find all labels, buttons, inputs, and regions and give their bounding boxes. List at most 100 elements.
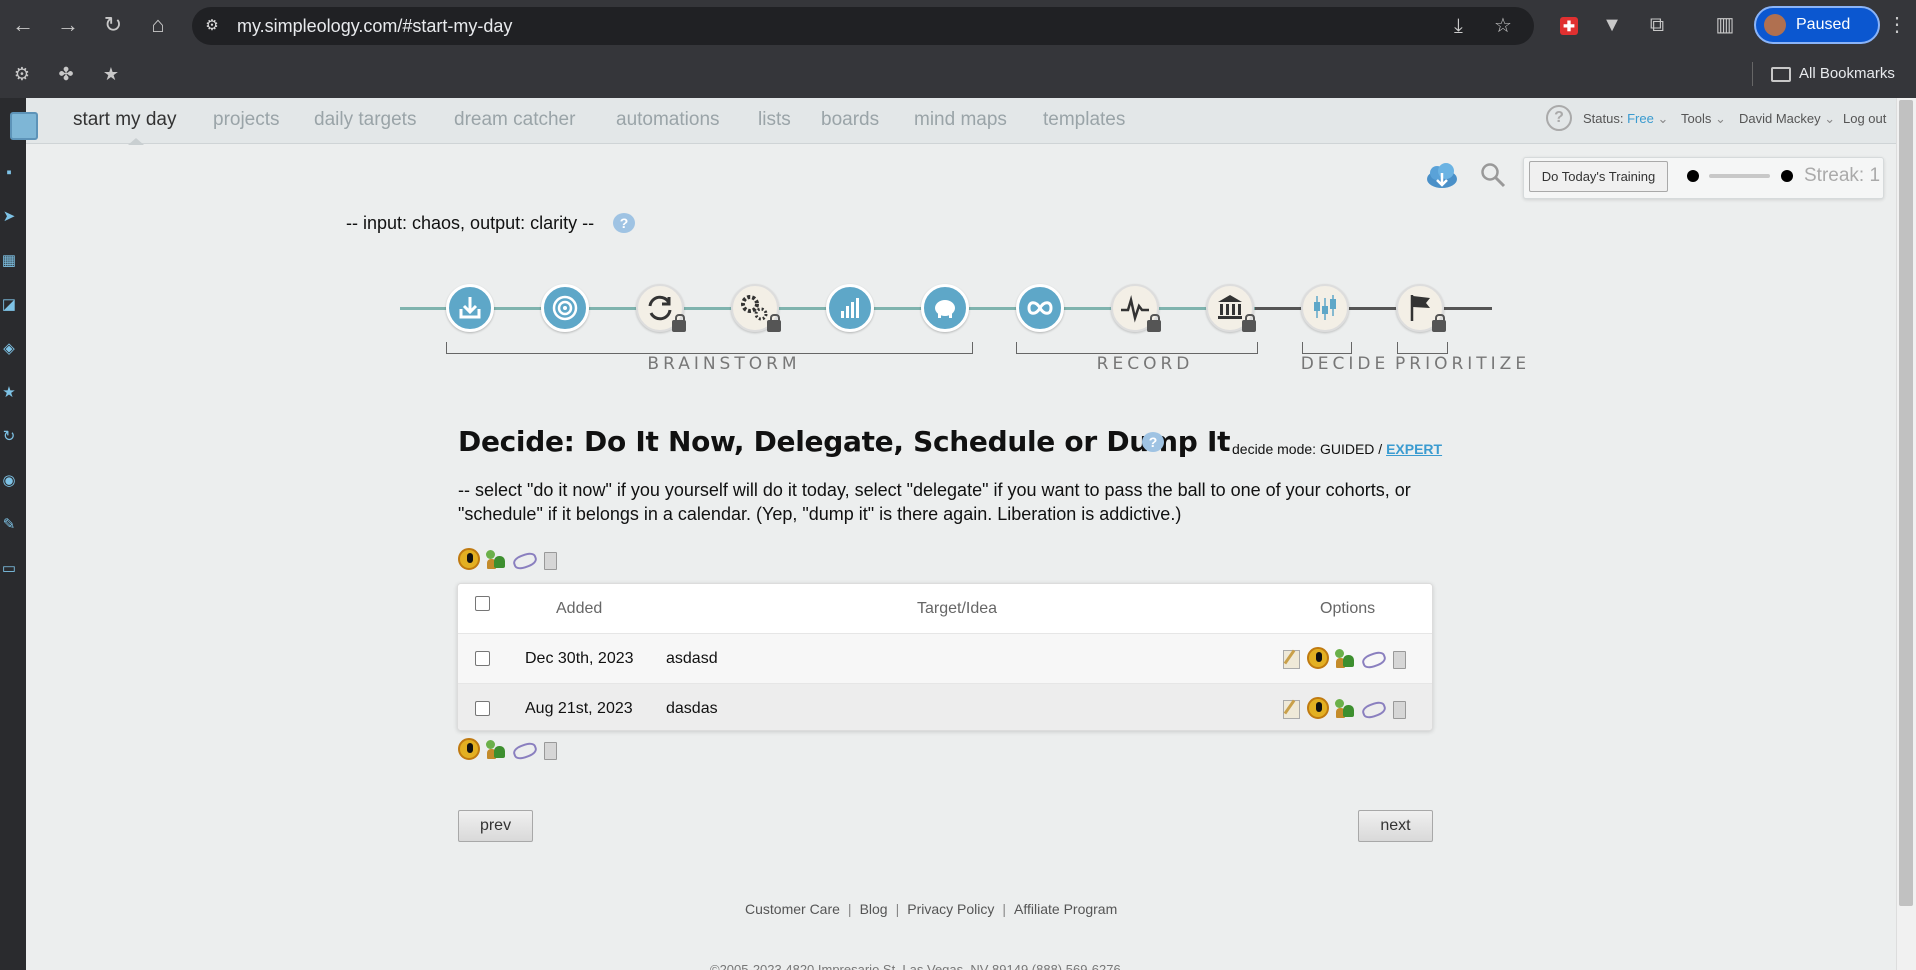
prioritize-bracket [1397, 342, 1448, 354]
schedule-icon[interactable] [512, 738, 534, 760]
row-target[interactable]: asdasd [666, 634, 718, 684]
nav-lists[interactable]: lists [758, 105, 791, 135]
page-title: Decide: Do It Now, Delegate, Schedule or… [458, 425, 1231, 458]
trash-icon[interactable] [1388, 697, 1410, 719]
select-all-checkbox[interactable] [475, 596, 490, 611]
row-checkbox[interactable] [475, 651, 490, 666]
expert-mode-link[interactable]: EXPERT [1386, 441, 1442, 457]
step-heartbeat-icon[interactable] [1111, 284, 1161, 332]
row-target[interactable]: dasdas [666, 684, 718, 730]
reload-icon[interactable]: ↻ [95, 7, 131, 43]
bookmark-star-icon[interactable]: ☆ [1494, 7, 1512, 45]
url-text[interactable]: my.simpleology.com/#start-my-day [237, 7, 512, 45]
browser-menu-icon[interactable]: ⋮ [1880, 8, 1914, 42]
group-label-brainstorm: BRAINSTORM [647, 354, 801, 374]
do-it-now-icon[interactable] [1307, 647, 1329, 669]
step-infinity-loop-icon[interactable] [1016, 284, 1064, 332]
eye-icon[interactable]: ◉ [0, 472, 18, 490]
footer-link-customer-care[interactable]: Customer Care [745, 901, 840, 917]
nav-mind-maps[interactable]: mind maps [914, 105, 1007, 135]
trash-icon[interactable] [539, 738, 561, 760]
back-icon[interactable]: ← [5, 7, 41, 43]
puzzle-icon[interactable]: ✤ [52, 60, 80, 88]
status-value[interactable]: Free [1627, 111, 1654, 126]
all-bookmarks-button[interactable]: All Bookmarks [1771, 60, 1895, 88]
step-sync-cycle-icon[interactable] [636, 284, 686, 332]
side-panel-icon[interactable]: ▥ [1708, 8, 1742, 42]
chart-icon[interactable]: ◪ [0, 296, 18, 314]
step-flag-icon[interactable] [1396, 284, 1446, 332]
step-gears-icon[interactable] [731, 284, 781, 332]
schedule-icon[interactable] [1361, 697, 1383, 719]
nav-automations[interactable]: automations [616, 105, 720, 135]
schedule-icon[interactable] [512, 548, 534, 570]
tagline-help-icon[interactable]: ? [613, 213, 635, 233]
logout-link[interactable]: Log out [1843, 108, 1886, 130]
pen-icon[interactable]: ✎ [0, 516, 18, 534]
schedule-icon[interactable] [1361, 647, 1383, 669]
delegate-icon[interactable] [485, 738, 507, 760]
install-app-icon[interactable]: ⤓ [1454, 7, 1463, 45]
header-target-idea: Target/Idea [917, 600, 998, 617]
trash-icon[interactable] [539, 548, 561, 570]
tablet-icon[interactable]: ▭ [0, 560, 18, 578]
do-it-now-icon[interactable] [458, 738, 480, 760]
extensions-puzzle-icon[interactable]: ⧉ [1640, 8, 1674, 42]
footer-link-blog[interactable]: Blog [860, 901, 888, 917]
profile-button[interactable]: Paused [1754, 6, 1880, 44]
trash-icon[interactable] [1388, 647, 1410, 669]
do-it-now-icon[interactable] [1307, 697, 1329, 719]
forward-icon[interactable]: → [50, 7, 86, 43]
step-bar-chart-icon[interactable] [826, 284, 874, 332]
lock-icon [767, 314, 781, 332]
site-settings-icon[interactable]: ⚙ [202, 16, 222, 36]
title-help-icon[interactable]: ? [1142, 432, 1164, 452]
send-icon[interactable]: ➤ [0, 208, 18, 226]
row-checkbox[interactable] [475, 701, 490, 716]
address-bar[interactable]: ⚙ my.simpleology.com/#start-my-day ⤓ ☆ [192, 7, 1534, 45]
tools-menu[interactable]: Tools ⌄ [1681, 108, 1726, 130]
step-candlestick-icon[interactable] [1301, 284, 1349, 332]
panel-icon[interactable]: ▪ [0, 164, 18, 182]
step-piggy-bank-icon[interactable] [921, 284, 969, 332]
bulk-actions-bottom [458, 738, 566, 762]
all-bookmarks-label: All Bookmarks [1799, 65, 1895, 82]
nav-boards[interactable]: boards [821, 105, 879, 135]
nav-templates[interactable]: templates [1043, 105, 1125, 135]
star-icon[interactable]: ★ [0, 384, 18, 402]
next-button[interactable]: next [1358, 810, 1433, 842]
nav-projects[interactable]: projects [213, 105, 280, 135]
nav-daily-targets[interactable]: daily targets [314, 105, 416, 135]
extension-v-icon[interactable]: ▼ [1595, 8, 1629, 42]
edit-icon[interactable] [1280, 697, 1302, 719]
edit-icon[interactable] [1280, 647, 1302, 669]
star-icon[interactable]: ★ [97, 60, 125, 88]
side-extension-strip: ▪ ➤ ▦ ◪ ◈ ★ ↻ ◉ ✎ ▭ [0, 98, 26, 970]
footer-link-privacy-policy[interactable]: Privacy Policy [907, 901, 994, 917]
grid-icon[interactable]: ▦ [0, 252, 18, 270]
simpleology-logo[interactable] [10, 112, 38, 140]
help-icon[interactable]: ? [1546, 105, 1572, 131]
do-it-now-icon[interactable] [458, 548, 480, 570]
do-todays-training-button[interactable]: Do Today's Training [1529, 161, 1668, 192]
step-inbox-download-icon[interactable] [446, 284, 494, 332]
search-icon[interactable] [1480, 162, 1506, 188]
nav-start-my-day[interactable]: start my day [73, 105, 176, 135]
nav-dream-catcher[interactable]: dream catcher [454, 105, 575, 135]
refresh-icon[interactable]: ↻ [0, 428, 18, 446]
cloud-download-icon[interactable] [1425, 162, 1459, 190]
delegate-icon[interactable] [485, 548, 507, 570]
scrollbar-thumb[interactable] [1899, 100, 1913, 906]
home-icon[interactable]: ⌂ [140, 7, 176, 43]
user-menu[interactable]: David Mackey ⌄ [1739, 108, 1835, 130]
step-bank-building-icon[interactable] [1206, 284, 1256, 332]
box-icon[interactable]: ◈ [0, 340, 18, 358]
delegate-icon[interactable] [1334, 647, 1356, 669]
prev-button[interactable]: prev [458, 810, 533, 842]
step-target-icon[interactable] [541, 284, 589, 332]
delegate-icon[interactable] [1334, 697, 1356, 719]
footer-link-affiliate-program[interactable]: Affiliate Program [1014, 901, 1117, 917]
gear-icon[interactable]: ⚙ [8, 60, 36, 88]
group-label-prioritize: PRIORITIZE [1395, 354, 1531, 374]
extension-red-cross-icon[interactable]: ✚ [1552, 8, 1586, 42]
